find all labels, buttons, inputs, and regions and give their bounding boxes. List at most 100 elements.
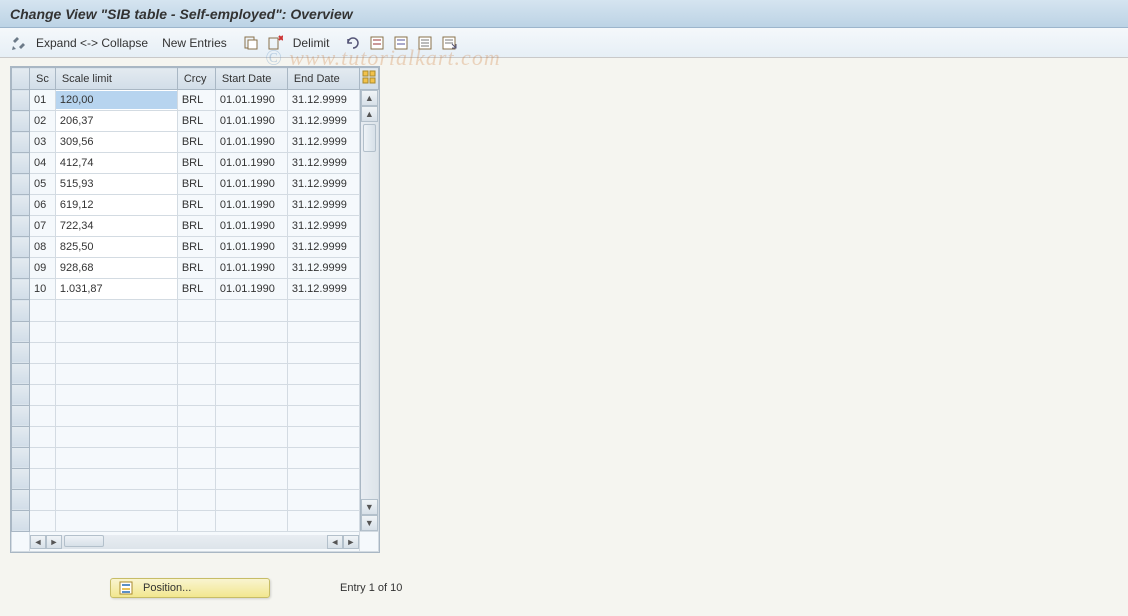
vscroll-thumb[interactable] xyxy=(363,124,376,152)
page-title-bar: Change View "SIB table - Self-employed":… xyxy=(0,0,1128,28)
cell-scale-limit xyxy=(55,195,177,216)
table-row xyxy=(12,426,379,447)
row-selector[interactable] xyxy=(12,132,30,153)
row-selector[interactable] xyxy=(12,342,30,363)
row-selector[interactable] xyxy=(12,216,30,237)
row-selector[interactable] xyxy=(12,489,30,510)
cell-start-date xyxy=(215,405,287,426)
cell-scale-limit xyxy=(55,321,177,342)
cell-sc xyxy=(30,468,56,489)
row-selector[interactable] xyxy=(12,90,30,111)
table-row xyxy=(12,510,379,531)
row-selector[interactable] xyxy=(12,279,30,300)
position-button[interactable]: Position... xyxy=(110,578,270,598)
hscroll-right-icon[interactable]: ► xyxy=(46,535,62,549)
row-selector[interactable] xyxy=(12,363,30,384)
hscroll-left-icon[interactable]: ◄ xyxy=(30,535,46,549)
vscroll-up-icon[interactable]: ▲ xyxy=(361,90,378,106)
row-selector[interactable] xyxy=(12,384,30,405)
vscroll-up2-icon[interactable]: ▲ xyxy=(361,106,378,122)
cell-crcy: BRL xyxy=(177,132,215,153)
table-row xyxy=(12,489,379,510)
cell-end-date xyxy=(287,300,359,321)
col-header-sc[interactable]: Sc xyxy=(30,68,56,90)
cell-start-date xyxy=(215,363,287,384)
cell-scale-limit xyxy=(55,468,177,489)
cell-start-date: 01.01.1990 xyxy=(215,153,287,174)
select-all-icon[interactable] xyxy=(367,34,387,52)
table-settings-icon[interactable] xyxy=(359,68,378,90)
copy-icon[interactable] xyxy=(241,34,261,52)
col-header-start-date[interactable]: Start Date xyxy=(215,68,287,90)
cell-end-date xyxy=(287,384,359,405)
cell-scale-limit xyxy=(55,510,177,531)
col-header-scale-limit[interactable]: Scale limit xyxy=(55,68,177,90)
expand-collapse-button[interactable]: Expand <-> Collapse xyxy=(36,36,148,50)
horizontal-scrollbar[interactable]: ◄ ► ◄ ► xyxy=(30,534,359,550)
row-selector[interactable] xyxy=(12,153,30,174)
scale-limit-input[interactable] xyxy=(56,196,177,214)
table-row xyxy=(12,342,379,363)
vertical-scrollbar[interactable]: ▲▲ ▼▼ xyxy=(360,90,378,531)
undo-icon[interactable] xyxy=(343,34,363,52)
scale-limit-input[interactable] xyxy=(56,259,177,277)
cell-start-date: 01.01.1990 xyxy=(215,174,287,195)
cell-scale-limit xyxy=(55,384,177,405)
vscroll-down2-icon[interactable]: ▼ xyxy=(361,515,378,531)
scale-limit-input[interactable] xyxy=(56,217,177,235)
cell-start-date: 01.01.1990 xyxy=(215,195,287,216)
row-selector[interactable] xyxy=(12,258,30,279)
new-entries-button[interactable]: New Entries xyxy=(162,36,227,50)
row-selector[interactable] xyxy=(12,510,30,531)
cell-end-date xyxy=(287,426,359,447)
hscroll-thumb[interactable] xyxy=(64,535,104,547)
toggle-edit-icon[interactable] xyxy=(10,34,28,52)
row-selector[interactable] xyxy=(12,195,30,216)
cell-start-date xyxy=(215,342,287,363)
cell-start-date: 01.01.1990 xyxy=(215,279,287,300)
print-icon[interactable] xyxy=(415,34,435,52)
export-icon[interactable] xyxy=(439,34,459,52)
cell-sc xyxy=(30,363,56,384)
scale-limit-input[interactable] xyxy=(56,280,177,298)
cell-sc xyxy=(30,300,56,321)
row-selector[interactable] xyxy=(12,237,30,258)
row-selector[interactable] xyxy=(12,468,30,489)
hscroll-left2-icon[interactable]: ◄ xyxy=(327,535,343,549)
row-selector[interactable] xyxy=(12,447,30,468)
row-selector[interactable] xyxy=(12,174,30,195)
scale-limit-input[interactable] xyxy=(56,112,177,130)
row-selector[interactable] xyxy=(12,111,30,132)
cell-crcy: BRL xyxy=(177,237,215,258)
scale-limit-input[interactable] xyxy=(56,238,177,256)
row-selector[interactable] xyxy=(12,300,30,321)
cell-end-date xyxy=(287,405,359,426)
scale-limit-input[interactable] xyxy=(56,154,177,172)
cell-sc: 01 xyxy=(30,90,56,111)
cell-scale-limit xyxy=(55,111,177,132)
cell-start-date: 01.01.1990 xyxy=(215,132,287,153)
col-header-crcy[interactable]: Crcy xyxy=(177,68,215,90)
table-row: 06BRL01.01.199031.12.9999 xyxy=(12,195,379,216)
hscroll-right2-icon[interactable]: ► xyxy=(343,535,359,549)
scale-limit-input[interactable] xyxy=(56,133,177,151)
col-header-end-date[interactable]: End Date xyxy=(287,68,359,90)
delete-icon[interactable] xyxy=(265,34,285,52)
row-select-header[interactable] xyxy=(12,68,30,90)
scale-limit-input[interactable] xyxy=(56,175,177,193)
deselect-all-icon[interactable] xyxy=(391,34,411,52)
row-selector[interactable] xyxy=(12,321,30,342)
row-selector[interactable] xyxy=(12,426,30,447)
scale-limit-input[interactable] xyxy=(56,91,177,109)
cell-crcy: BRL xyxy=(177,258,215,279)
cell-sc: 08 xyxy=(30,237,56,258)
vscroll-down-icon[interactable]: ▼ xyxy=(361,499,378,515)
cell-sc: 04 xyxy=(30,153,56,174)
cell-crcy xyxy=(177,321,215,342)
table-row xyxy=(12,405,379,426)
row-selector[interactable] xyxy=(12,405,30,426)
cell-sc: 07 xyxy=(30,216,56,237)
cell-sc: 05 xyxy=(30,174,56,195)
hscroll-corner xyxy=(12,532,30,552)
delimit-button[interactable]: Delimit xyxy=(293,36,330,50)
